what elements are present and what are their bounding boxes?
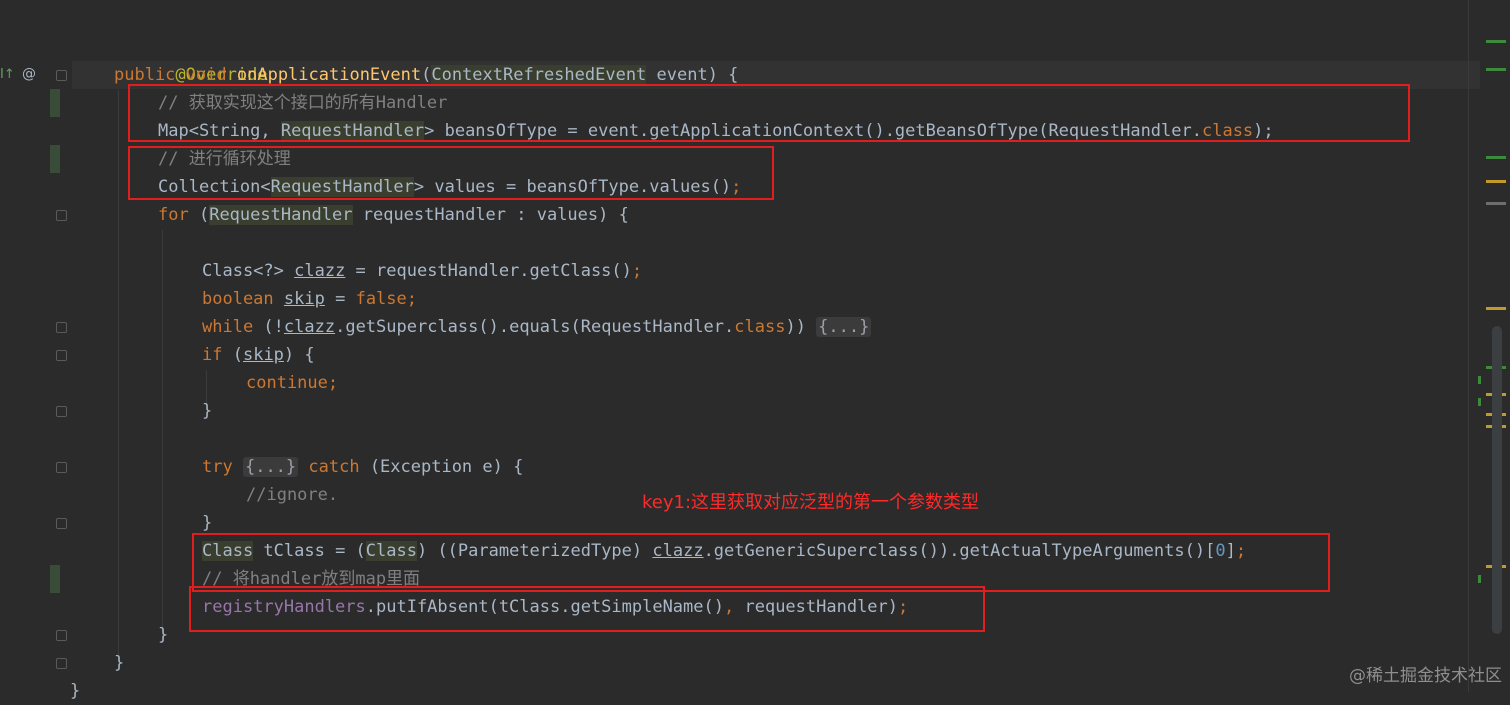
folded-block[interactable]: {...} [242, 457, 299, 477]
code-text: ) { [283, 345, 315, 365]
code-line: try {...} catch (Exception e) { [202, 453, 523, 481]
code-text: } [202, 401, 213, 421]
fold-toggle-icon[interactable] [56, 70, 67, 81]
code-text: requestHandler : values) { [352, 205, 629, 225]
scroll-marker[interactable] [1478, 398, 1481, 406]
change-marker [50, 145, 60, 173]
keyword-token: for [158, 205, 189, 225]
keyword-token: void [185, 65, 227, 85]
comment-text: //ignore. [246, 485, 339, 505]
keyword-token: class [734, 317, 786, 337]
variable-token: clazz [283, 317, 336, 337]
annotation-note: key1:这里获取对应泛型的第一个参数类型 [642, 492, 980, 513]
code-text: .getSuperclass().equals(RequestHandler. [335, 317, 735, 337]
change-marker [50, 89, 60, 117]
highlight-box [128, 146, 774, 200]
code-line: if (skip) { [202, 341, 315, 369]
implements-icon[interactable]: I↑ [0, 67, 15, 82]
fold-toggle-icon[interactable] [56, 658, 67, 669]
highlight-box [128, 84, 1410, 142]
scroll-marker[interactable] [1486, 202, 1506, 205]
folded-block[interactable]: {...} [816, 317, 872, 337]
keyword-token: continue [246, 373, 328, 393]
code-line: } [114, 649, 124, 677]
vertical-scrollbar[interactable] [1492, 326, 1502, 634]
fold-toggle-icon[interactable] [56, 350, 67, 361]
scroll-marker[interactable] [1486, 68, 1506, 71]
code-line: for (RequestHandler requestHandler : val… [158, 201, 629, 229]
highlight-box [192, 533, 1330, 592]
code-text: (! [253, 317, 284, 337]
keyword-token: false [355, 289, 407, 309]
code-line: } [202, 397, 212, 425]
variable-token: skip [283, 289, 325, 309]
code-text: } [70, 681, 81, 701]
keyword-token: while [202, 317, 254, 337]
fold-toggle-icon[interactable] [56, 630, 67, 641]
code-text: ( [421, 65, 432, 85]
expand-fold-icon[interactable] [56, 322, 67, 333]
annotation-icon[interactable]: @ [22, 66, 36, 82]
code-line: while (!clazz.getSuperclass().equals(Req… [202, 313, 872, 341]
fold-toggle-icon[interactable] [56, 518, 67, 529]
code-text: = requestHandler.getClass() [345, 261, 632, 281]
type-token: RequestHandler [209, 205, 353, 225]
code-line: @Override [114, 33, 267, 85]
code-text: } [202, 513, 213, 533]
scroll-marker[interactable] [1478, 575, 1481, 583]
variable-token: clazz [294, 261, 346, 281]
highlight-box [189, 586, 985, 632]
editor-gutter: I↑ @ [0, 0, 72, 692]
code-text: = [324, 289, 356, 309]
code-line: } [70, 677, 80, 705]
keyword-token: try [202, 457, 233, 477]
scroll-marker[interactable] [1478, 376, 1481, 384]
code-text: Class<?> [202, 261, 295, 281]
code-text: ( [222, 345, 243, 365]
scroll-marker[interactable] [1486, 156, 1506, 159]
fold-toggle-icon[interactable] [56, 406, 67, 417]
code-text: (Exception e) { [359, 457, 524, 477]
code-text: } [158, 625, 169, 645]
code-text: )) [785, 317, 817, 337]
type-token: ContextRefreshedEvent [431, 65, 647, 85]
keyword-token: boolean [202, 289, 274, 309]
method-name: onApplicationEvent [236, 65, 422, 85]
code-text: ( [188, 205, 210, 225]
change-marker [50, 565, 60, 593]
semicolon: ; [406, 289, 418, 309]
variable-token: skip [242, 345, 284, 365]
keyword-token: catch [298, 457, 360, 477]
code-line: //ignore. [246, 481, 338, 509]
code-line: boolean skip = false; [202, 285, 417, 313]
watermark: @稀土掘金技术社区 [1349, 666, 1502, 686]
code-text: } [114, 653, 125, 673]
keyword-token: public [114, 65, 176, 85]
code-line: continue; [246, 369, 338, 397]
scroll-marker[interactable] [1486, 307, 1506, 310]
code-line: } [158, 621, 168, 649]
scroll-marker[interactable] [1486, 40, 1506, 43]
expand-fold-icon[interactable] [56, 462, 67, 473]
scroll-marker[interactable] [1486, 180, 1506, 183]
keyword-token: if [202, 345, 223, 365]
fold-toggle-icon[interactable] [56, 210, 67, 221]
code-text: event) { [646, 65, 739, 85]
semicolon: ; [327, 373, 339, 393]
code-editor[interactable]: I↑ @ @Override public void onApplication… [0, 0, 1510, 701]
code-line: Class<?> clazz = requestHandler.getClass… [202, 257, 642, 285]
semicolon: ; [631, 261, 643, 281]
